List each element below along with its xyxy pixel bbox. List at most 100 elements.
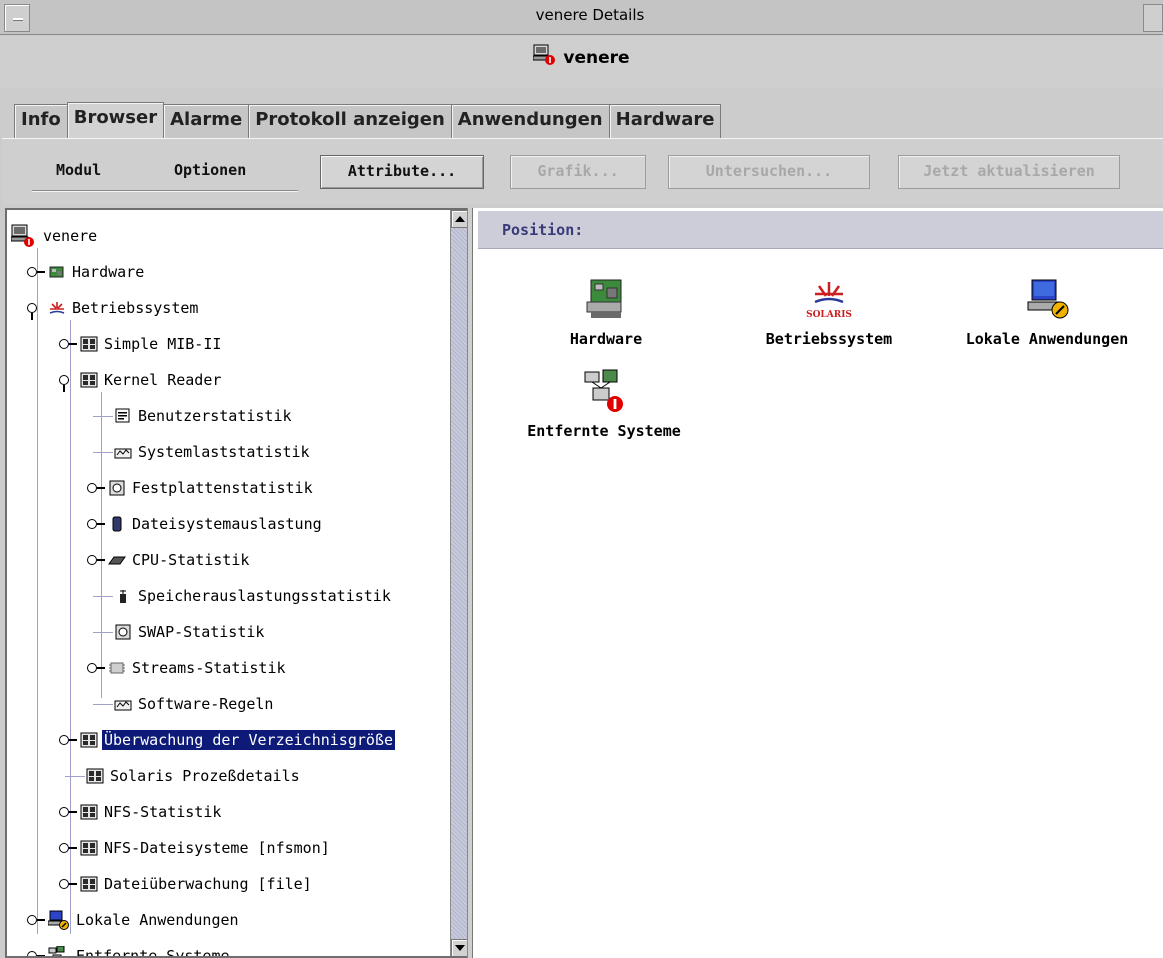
grafik-button[interactable]: Grafik...	[510, 155, 646, 189]
tree-item-label: Speicherauslastungsstatistik	[138, 587, 391, 605]
tree-item-speicherauslastung[interactable]: Speicherauslastungsstatistik	[93, 578, 393, 614]
tree-item-label: venere	[43, 227, 98, 245]
expand-toggle[interactable]	[87, 482, 107, 494]
host-alarm-icon	[533, 44, 556, 65]
tree-item-betriebssystem[interactable]: Betriebssystem	[27, 290, 200, 326]
chip-icon	[109, 662, 125, 674]
tree-connector	[93, 595, 113, 597]
tree-item-kernel-reader[interactable]: Kernel Reader	[59, 362, 223, 398]
window-title: venere Details	[535, 6, 645, 24]
tree-item-label: CPU-Statistik	[132, 551, 250, 569]
filesystem-icon	[112, 516, 122, 532]
disk-icon	[109, 480, 125, 496]
tree-connector	[93, 451, 113, 453]
tree-item-swap-statistik[interactable]: SWAP-Statistik	[93, 614, 266, 650]
tree-item-systemlaststatistik[interactable]: Systemlaststatistik	[93, 434, 312, 470]
expand-toggle[interactable]	[59, 806, 79, 818]
tab-strip: Info Browser Alarme Protokoll anzeigen A…	[14, 102, 722, 138]
expand-toggle[interactable]	[59, 878, 79, 890]
expand-toggle[interactable]	[27, 914, 47, 926]
tree-item-label: Benutzerstatistik	[138, 407, 292, 425]
tree-item-label: Kernel Reader	[104, 371, 222, 389]
tab-info[interactable]: Info	[14, 104, 68, 138]
tab-protokoll-anzeigen[interactable]: Protokoll anzeigen	[248, 104, 452, 138]
tree-item-dateiueberwachung[interactable]: Dateiüberwachung [file]	[59, 866, 314, 902]
expand-toggle[interactable]	[87, 518, 107, 530]
tab-anwendungen[interactable]: Anwendungen	[450, 104, 610, 138]
tree-item-simple-mib[interactable]: Simple MIB-II	[59, 326, 223, 362]
local-applications-icon	[48, 910, 69, 930]
tree-item-festplattenstatistik[interactable]: Festplattenstatistik	[87, 470, 315, 506]
solaris-sun-icon	[49, 302, 65, 314]
attribute-button[interactable]: Attribute...	[320, 155, 484, 189]
tree-item-software-regeln[interactable]: Software-Regeln	[93, 686, 275, 722]
content-item-label: Entfernte Systeme	[527, 422, 681, 440]
module-icon	[80, 804, 98, 820]
collapse-toggle[interactable]	[59, 374, 79, 392]
tree-item-label: Festplattenstatistik	[132, 479, 313, 497]
tree-item-entfernte-systeme[interactable]: Entfernte Systeme	[27, 938, 232, 956]
tree-item-label: Lokale Anwendungen	[76, 911, 239, 929]
load-stats-icon	[114, 448, 132, 459]
expand-toggle[interactable]	[27, 950, 47, 956]
content-item-lokale-anwendungen[interactable]: Lokale Anwendungen	[942, 276, 1152, 348]
content-item-entfernte-systeme[interactable]: Entfernte Systeme	[508, 368, 700, 440]
expand-toggle[interactable]	[27, 266, 47, 278]
host-name: venere	[563, 48, 630, 68]
module-icon	[86, 768, 104, 784]
host-header: venere	[0, 36, 1163, 88]
scroll-down-arrow-icon[interactable]	[451, 939, 467, 956]
disk-icon	[115, 624, 131, 640]
expand-toggle[interactable]	[87, 554, 107, 566]
menu-optionen[interactable]: Optionen	[174, 161, 246, 179]
window-control-button[interactable]	[1143, 4, 1163, 32]
local-applications-icon	[1027, 279, 1069, 319]
expand-toggle[interactable]	[59, 338, 79, 350]
module-icon	[80, 840, 98, 856]
content-item-label: Lokale Anwendungen	[965, 330, 1129, 348]
position-label: Position:	[502, 221, 584, 239]
tab-browser[interactable]: Browser	[66, 102, 165, 138]
menu-modul[interactable]: Modul	[56, 161, 101, 179]
window-titlebar[interactable]: venere Details	[0, 0, 1163, 35]
tree-item-venere[interactable]: venere	[11, 218, 99, 254]
expand-toggle[interactable]	[59, 734, 79, 746]
tree-connector	[93, 703, 113, 705]
expand-toggle[interactable]	[59, 842, 79, 854]
tree-item-label: NFS-Statistik	[104, 803, 222, 821]
collapse-toggle[interactable]	[27, 302, 47, 320]
tab-alarme[interactable]: Alarme	[163, 104, 250, 138]
cpu-icon	[108, 556, 126, 565]
module-tree[interactable]: venere Hardware Betriebssystem Simple MI…	[5, 208, 467, 958]
tree-item-benutzerstatistik[interactable]: Benutzerstatistik	[93, 398, 294, 434]
tree-item-nfs-dateisysteme[interactable]: NFS-Dateisysteme [nfsmon]	[59, 830, 332, 866]
host-title: venere	[0, 44, 1163, 68]
tree-item-hardware[interactable]: Hardware	[27, 254, 146, 290]
hardware-icon	[586, 279, 622, 318]
tree-item-prozessdetails[interactable]: Solaris Prozeßdetails	[65, 758, 302, 794]
tree-item-label: Solaris Prozeßdetails	[110, 767, 300, 785]
jetzt-aktualisieren-button[interactable]: Jetzt aktualisieren	[898, 155, 1120, 189]
tree-guide-line	[37, 248, 38, 934]
expand-toggle[interactable]	[87, 662, 107, 674]
tree-item-label: Simple MIB-II	[104, 335, 222, 353]
tree-scrollbar[interactable]	[450, 210, 467, 956]
content-item-betriebssystem[interactable]: SOLARIS Betriebssystem	[746, 276, 912, 348]
tree-item-cpu-statistik[interactable]: CPU-Statistik	[87, 542, 251, 578]
content-item-label: Betriebssystem	[765, 330, 893, 348]
tree-connector	[93, 631, 113, 633]
host-alarm-icon	[11, 224, 34, 247]
tree-item-nfs-statistik[interactable]: NFS-Statistik	[59, 794, 223, 830]
toolbar: Modul Optionen Attribute... Grafik... Un…	[2, 138, 1163, 204]
tree-item-dateisystemauslastung[interactable]: Dateisystemauslastung	[87, 506, 324, 542]
user-stats-icon	[115, 408, 130, 423]
tree-item-lokale-anwendungen[interactable]: Lokale Anwendungen	[27, 902, 241, 938]
content-item-hardware[interactable]: Hardware	[548, 276, 664, 348]
window-menu-button[interactable]	[4, 4, 30, 32]
tree-item-label: Dateisystemauslastung	[132, 515, 322, 533]
tab-hardware[interactable]: Hardware	[608, 104, 722, 138]
untersuchen-button[interactable]: Untersuchen...	[668, 155, 870, 189]
scroll-up-arrow-icon[interactable]	[451, 210, 467, 228]
tree-item-verzeichnisgroesse[interactable]: Überwachung der Verzeichnisgröße	[59, 722, 395, 758]
tree-item-streams-statistik[interactable]: Streams-Statistik	[87, 650, 288, 686]
